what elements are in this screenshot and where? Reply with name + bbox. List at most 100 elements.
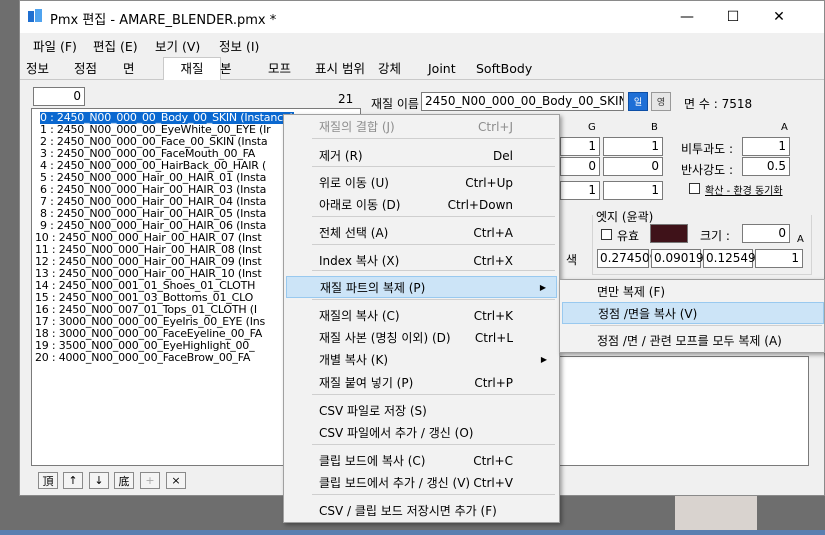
context-menu-item[interactable]: CSV 파일에서 추가 / 갱신 (O): [286, 422, 557, 444]
context-menu-item[interactable]: 제거 (R) Del: [286, 145, 557, 167]
edge-r-field[interactable]: 0.274509: [597, 249, 657, 268]
context-menu-item[interactable]: CSV / 클립 보드 저장시면 추가 (F): [286, 500, 557, 522]
color-side-label: 색: [566, 253, 578, 267]
env-sync-label: 확산 - 환경 동기화: [705, 186, 783, 197]
edge-a-label: A: [797, 234, 804, 245]
add-button[interactable]: +: [140, 472, 160, 489]
context-menu-item-label: 재질의 복사 (C): [319, 309, 400, 323]
ambient-b-field[interactable]: 1: [603, 181, 663, 200]
context-menu-item-shortcut: Ctrl+V: [473, 476, 513, 490]
maximize-button[interactable]: ☐: [710, 1, 756, 33]
context-menu-item[interactable]: 위로 이동 (U) Ctrl+Up: [286, 172, 557, 194]
title-bar[interactable]: Pmx 편집 - AMARE_BLENDER.pmx * — ☐ ✕: [20, 1, 824, 33]
specular-b-field[interactable]: 0: [603, 157, 663, 176]
material-name-field[interactable]: 2450_N00_000_00_Body_00_SKIN (Ir: [421, 92, 624, 111]
tab-material[interactable]: 재질: [163, 57, 221, 80]
material-index-field[interactable]: 0: [33, 87, 85, 106]
diffuse-g-field[interactable]: 1: [560, 137, 600, 156]
edge-b-field[interactable]: 0.125490: [703, 249, 763, 268]
menu-view[interactable]: 보기 (V): [155, 36, 200, 55]
move-down-button[interactable]: ↓: [89, 472, 109, 489]
context-menu-item-label: 제거 (R): [319, 149, 363, 163]
menu-info[interactable]: 정보 (I): [219, 36, 259, 55]
taskbar-strip: [0, 530, 825, 535]
menu-separator: [312, 138, 555, 139]
diffuse-b-field[interactable]: 1: [603, 137, 663, 156]
ambient-g-field[interactable]: 1: [560, 181, 600, 200]
context-menu-item-label: 위로 이동 (U): [319, 176, 389, 190]
context-menu-item[interactable]: 클립 보드에 복사 (C) Ctrl+C: [286, 450, 557, 472]
context-menu-item[interactable]: Index 복사 (X) Ctrl+X: [286, 250, 557, 272]
env-sync-checkbox[interactable]: [689, 183, 700, 194]
edge-g-field[interactable]: 0.090196: [651, 249, 711, 268]
context-menu-item-shortcut: Ctrl+X: [473, 254, 513, 268]
context-menu-item-shortcut: Ctrl+Down: [447, 198, 513, 212]
menu-separator: [312, 444, 555, 445]
maximize-icon: ☐: [726, 9, 740, 25]
edge-a-field[interactable]: 1: [755, 249, 803, 268]
context-menu-item-shortcut: Ctrl+J: [478, 120, 513, 134]
edge-valid-checkbox[interactable]: [601, 229, 612, 240]
menu-separator: [590, 325, 822, 326]
context-menu-item[interactable]: 재질 파트의 복제 (P) ▶: [286, 276, 557, 298]
submenu-item[interactable]: 정점 /면 / 관련 모프를 모두 복제 (A): [562, 330, 824, 352]
specular-g-field[interactable]: 0: [560, 157, 600, 176]
context-menu-item[interactable]: 전체 선택 (A) Ctrl+A: [286, 222, 557, 244]
context-menu-item[interactable]: 재질 붙여 넣기 (P) Ctrl+P: [286, 372, 557, 394]
move-up-button[interactable]: ↑: [63, 472, 83, 489]
submenu-duplicate-parts: 면만 복제 (F) 정점 /면을 복사 (V) 정점 /면 / 관련 모프를 모두 …: [559, 279, 825, 353]
tab-joint[interactable]: Joint: [426, 59, 458, 78]
tab-info[interactable]: 정보: [24, 59, 51, 78]
transparency-field[interactable]: 1: [742, 137, 790, 156]
menu-file[interactable]: 파일 (F): [33, 36, 77, 55]
context-menu-item[interactable]: 재질의 결합 (J) Ctrl+J: [286, 116, 557, 138]
close-button[interactable]: ✕: [756, 1, 802, 33]
context-menu-item[interactable]: 클립 보드에서 추가 / 갱신 (V) Ctrl+V: [286, 472, 557, 494]
submenu-item[interactable]: 정점 /면을 복사 (V): [562, 302, 824, 324]
background-viewport: [675, 496, 757, 530]
col-a-label: A: [781, 122, 788, 133]
japanese-name-button[interactable]: 일: [628, 92, 648, 111]
edge-color-swatch[interactable]: [650, 224, 688, 243]
edge-size-label: 크기 :: [700, 229, 730, 243]
english-name-button[interactable]: 영: [651, 92, 671, 111]
tab-display-frame[interactable]: 표시 범위: [313, 59, 367, 78]
menu-separator: [312, 299, 555, 300]
edge-size-field[interactable]: 0: [742, 224, 790, 243]
reflect-field[interactable]: 0.5: [742, 157, 790, 176]
context-menu-item-label: 재질의 결합 (J): [319, 120, 395, 134]
col-b-label: B: [651, 122, 658, 133]
reflect-label: 반사강도 :: [681, 163, 734, 177]
context-menu-item-shortcut: Ctrl+A: [473, 226, 513, 240]
minimize-button[interactable]: —: [664, 1, 710, 33]
context-menu-item-label: 아래로 이동 (D): [319, 198, 401, 212]
context-menu-item[interactable]: CSV 파일로 저장 (S): [286, 400, 557, 422]
transparency-label: 비투과도 :: [681, 142, 734, 156]
material-list-row[interactable]: 20 : 4000_N00_000_00_FaceBrow_00_FA: [35, 352, 250, 364]
context-menu-item-shortcut: Ctrl+C: [473, 454, 513, 468]
context-menu-item[interactable]: 재질 사본 (명칭 이외) (D) Ctrl+L: [286, 327, 557, 349]
tab-bone[interactable]: 본: [218, 59, 234, 78]
menu-edit[interactable]: 편집 (E): [93, 36, 138, 55]
tab-face[interactable]: 면: [121, 59, 137, 78]
context-menu-item-shortcut: Del: [493, 149, 513, 163]
context-menu-item[interactable]: 재질의 복사 (C) Ctrl+K: [286, 305, 557, 327]
menu-separator: [312, 394, 555, 395]
context-menu-item-shortcut: Ctrl+L: [474, 331, 513, 345]
move-bottom-button[interactable]: 底: [114, 472, 134, 489]
context-menu-item-shortcut: Ctrl+K: [473, 309, 513, 323]
context-menu-item[interactable]: 아래로 이동 (D) Ctrl+Down: [286, 194, 557, 216]
context-menu-item-label: CSV 파일에서 추가 / 갱신 (O): [319, 426, 474, 440]
tab-softbody[interactable]: SoftBody: [474, 59, 534, 78]
tab-morph[interactable]: 모프: [266, 59, 293, 78]
delete-button[interactable]: ×: [166, 472, 186, 489]
context-menu-item[interactable]: 개별 복사 (K) ▶: [286, 349, 557, 371]
submenu-item-label: 면만 복제 (F): [597, 285, 666, 299]
tab-vertex[interactable]: 정점: [72, 59, 99, 78]
tab-rigidbody[interactable]: 강체: [376, 59, 403, 78]
submenu-item-label: 정점 /면 / 관련 모프를 모두 복제 (A): [597, 334, 782, 348]
move-top-button[interactable]: 頂: [38, 472, 58, 489]
material-count: 21: [338, 92, 354, 106]
context-menu: 재질의 결합 (J) Ctrl+J 제거 (R) Del 위로 이동 (U) Ctrl+U…: [283, 114, 560, 523]
submenu-item[interactable]: 면만 복제 (F): [562, 281, 824, 303]
